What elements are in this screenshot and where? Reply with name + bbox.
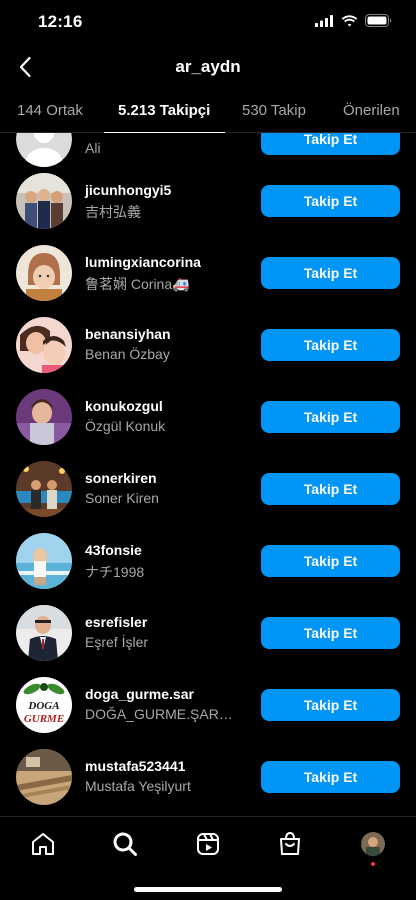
bottom-nav bbox=[0, 816, 416, 900]
follow-button[interactable]: Takip Et bbox=[261, 401, 400, 433]
battery-icon bbox=[365, 14, 392, 27]
username[interactable]: doga_gurme.sar bbox=[85, 686, 194, 702]
tab-following[interactable]: 530 Takip bbox=[242, 102, 306, 119]
avatar[interactable] bbox=[16, 533, 72, 589]
follow-button[interactable]: Takip Et bbox=[261, 257, 400, 289]
nav-shop[interactable] bbox=[275, 829, 305, 859]
status-time: 12:16 bbox=[38, 12, 83, 31]
username[interactable]: lumingxiancorina bbox=[85, 254, 201, 270]
home-icon bbox=[32, 833, 54, 855]
avatar[interactable] bbox=[16, 245, 72, 301]
notification-dot bbox=[371, 862, 375, 866]
home-indicator[interactable] bbox=[134, 887, 282, 892]
username[interactable]: 43fonsie bbox=[85, 542, 142, 558]
full-name: Mustafa Yeşilyurt bbox=[85, 778, 191, 794]
reels-icon bbox=[197, 833, 219, 855]
username[interactable]: jicunhongyi5 bbox=[85, 182, 171, 198]
full-name: 吉村弘義 bbox=[85, 204, 141, 220]
username[interactable]: esrefisler bbox=[85, 614, 147, 630]
list-item[interactable]: lumingxiancorina 鲁茗娴 Corina🚑 Takip Et bbox=[0, 237, 416, 309]
full-name: 鲁茗娴 Corina🚑 bbox=[85, 276, 190, 292]
tab-mutual[interactable]: 144 Ortak bbox=[17, 102, 83, 119]
full-name: ナチ1998 bbox=[85, 564, 145, 580]
follow-button[interactable]: Takip Et bbox=[261, 689, 400, 721]
cellular-signal-icon bbox=[315, 14, 333, 27]
username[interactable]: sonerkiren bbox=[85, 470, 157, 486]
full-name: Soner Kiren bbox=[85, 490, 159, 506]
follow-button[interactable]: Takip Et bbox=[261, 617, 400, 649]
follow-button[interactable]: Takip Et bbox=[261, 133, 400, 155]
header: ar_aydn bbox=[0, 44, 416, 90]
status-bar: 12:16 bbox=[0, 0, 416, 44]
search-icon bbox=[113, 832, 137, 856]
username[interactable]: konukozgul bbox=[85, 398, 163, 414]
avatar[interactable] bbox=[16, 317, 72, 373]
username[interactable]: mustafa523441 bbox=[85, 758, 185, 774]
logo-line1: DOGA bbox=[27, 700, 59, 712]
nav-home[interactable] bbox=[28, 829, 58, 859]
full-name: Eşref İşler bbox=[85, 634, 149, 650]
tab-followers[interactable]: 5.213 Takipçi bbox=[118, 102, 210, 119]
follow-button[interactable]: Takip Et bbox=[261, 545, 400, 577]
follow-button[interactable]: Takip Et bbox=[261, 473, 400, 505]
avatar[interactable]: DOGA GURME bbox=[16, 677, 72, 733]
avatar[interactable] bbox=[16, 133, 72, 167]
list-item[interactable]: DOGA GURME doga_gurme.sar DOĞA_GURME.ŞAR… bbox=[0, 669, 416, 741]
wifi-icon bbox=[341, 14, 358, 26]
list-item[interactable]: sonerkiren Soner Kiren Takip Et bbox=[0, 453, 416, 525]
avatar[interactable] bbox=[16, 389, 72, 445]
avatar[interactable] bbox=[16, 605, 72, 661]
avatar[interactable] bbox=[16, 173, 72, 229]
full-name: Özgül Konuk bbox=[85, 418, 166, 434]
avatar[interactable] bbox=[16, 461, 72, 517]
list-item[interactable]: 43fonsie ナチ1998 Takip Et bbox=[0, 525, 416, 597]
full-name: Benan Özbay bbox=[85, 346, 170, 362]
follow-button[interactable]: Takip Et bbox=[261, 329, 400, 361]
screen: 12:16 ar_aydn 144 Ortak 5.213 Takipçi 53… bbox=[0, 0, 416, 900]
tab-bar: 144 Ortak 5.213 Takipçi 530 Takip Öneril… bbox=[0, 90, 416, 133]
list-item[interactable]: benansiyhan Benan Özbay Takip Et bbox=[0, 309, 416, 381]
username[interactable]: benansiyhan bbox=[85, 326, 171, 342]
list-item[interactable]: jicunhongyi5 吉村弘義 Takip Et bbox=[0, 165, 416, 237]
avatar[interactable] bbox=[16, 749, 72, 805]
follow-button[interactable]: Takip Et bbox=[261, 185, 400, 217]
profile-avatar bbox=[361, 832, 385, 856]
list-item[interactable]: konukozgul Özgül Konuk Takip Et bbox=[0, 381, 416, 453]
shop-icon bbox=[280, 831, 300, 855]
status-icons bbox=[315, 14, 392, 27]
logo-line2: GURME bbox=[24, 713, 64, 725]
list-item[interactable]: esrefisler Eşref İşler Takip Et bbox=[0, 597, 416, 669]
full-name: DOĞA_GURME.ŞARKÜTERİ bbox=[85, 706, 235, 722]
page-title: ar_aydn bbox=[175, 57, 241, 76]
list-item[interactable]: mustafa523441 Mustafa Yeşilyurt Takip Et bbox=[0, 741, 416, 813]
full-name: Ali bbox=[85, 140, 101, 156]
tab-suggested[interactable]: Önerilen bbox=[343, 102, 400, 119]
follow-button[interactable]: Takip Et bbox=[261, 761, 400, 793]
nav-reels[interactable] bbox=[193, 829, 223, 859]
nav-profile[interactable] bbox=[358, 829, 388, 866]
nav-search[interactable] bbox=[110, 829, 140, 859]
followers-list[interactable]: Ali Takip Et jicunhongyi5 吉村弘義 Takip Et bbox=[0, 133, 416, 816]
